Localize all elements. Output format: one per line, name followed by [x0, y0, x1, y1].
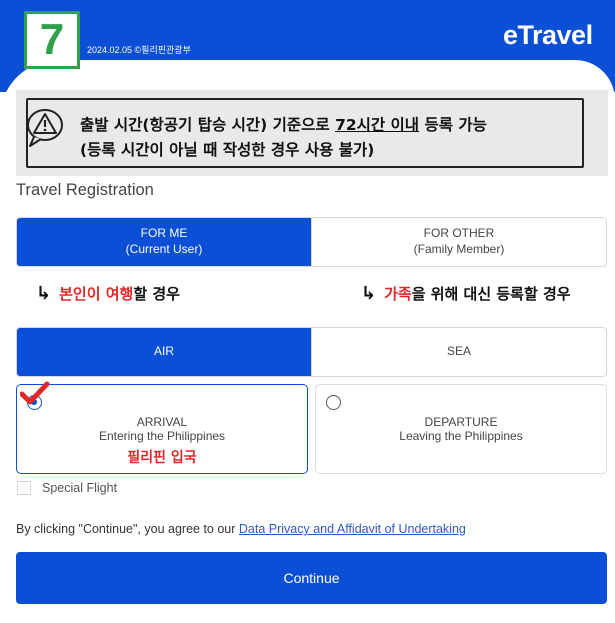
air-option[interactable]: AIR — [17, 328, 311, 376]
checkmark-icon — [20, 381, 50, 405]
continue-button[interactable]: Continue — [16, 552, 607, 604]
departure-title: DEPARTURE — [424, 415, 498, 429]
special-flight-label: Special Flight — [42, 481, 118, 495]
departure-subtitle: Leaving the Philippines — [399, 429, 523, 443]
note-self-highlight: 본인이 여행 — [59, 285, 134, 303]
page-title: Travel Registration — [16, 181, 154, 199]
special-flight-checkbox[interactable] — [17, 481, 31, 495]
air-label: AIR — [153, 344, 174, 359]
arrival-card[interactable]: ARRIVAL Entering the Philippines 필리핀 입국 — [16, 384, 308, 474]
notice-line-1: 출발 시간(항공기 탑승 시간) 기준으로 72시간 이내 등록 가능 — [80, 113, 487, 135]
note-family-text: 을 위해 대신 등록할 경우 — [411, 285, 571, 303]
arrival-korean-label: 필리핀 입국 — [127, 450, 197, 466]
note-family: ↳ 가족을 위해 대신 등록할 경우 — [361, 283, 571, 304]
step-number: 7 — [39, 15, 65, 64]
arrival-subtitle: Entering the Philippines — [98, 429, 226, 443]
departure-radio[interactable] — [326, 395, 341, 410]
departure-card[interactable]: DEPARTURE Leaving the Philippines — [315, 384, 607, 474]
note-family-highlight: 가족 — [384, 285, 412, 303]
for-me-label: FOR ME — [140, 226, 188, 241]
transport-mode-selector: AIR SEA — [16, 327, 607, 377]
consent-text: By clicking "Continue", you agree to our… — [16, 522, 466, 536]
for-me-option[interactable]: FOR ME (Current User) — [17, 218, 311, 266]
etravel-logo: eTravel — [503, 20, 593, 50]
consent-prefix: By clicking "Continue", you agree to our — [16, 522, 239, 536]
for-other-sub: (Family Member) — [413, 242, 505, 256]
note-self-text: 할 경우 — [133, 285, 180, 303]
for-other-option[interactable]: FOR OTHER (Family Member) — [311, 218, 606, 266]
step-badge: 7 — [24, 11, 80, 69]
privacy-affidavit-link[interactable]: Data Privacy and Affidavit of Undertakin… — [239, 522, 466, 536]
notice-text-a: 출발 시간(항공기 탑승 시간) 기준으로 — [80, 116, 336, 134]
arrival-title: ARRIVAL — [136, 415, 188, 429]
warning-icon — [27, 109, 63, 147]
note-self: ↳ 본인이 여행할 경우 — [36, 283, 180, 304]
notice-72h: 72시간 이내 — [335, 116, 420, 134]
notice-line-2: (등록 시간이 아닐 때 작성한 경우 사용 불가) — [80, 141, 375, 159]
notice-text-b: 등록 가능 — [419, 116, 487, 134]
arrow-icon: ↳ — [36, 283, 52, 304]
sea-option[interactable]: SEA — [311, 328, 606, 376]
sea-label: SEA — [446, 344, 471, 359]
for-other-label: FOR OTHER — [423, 226, 495, 241]
date-credit: 2024.02.05 ©필리핀관광부 — [87, 45, 191, 55]
arrow-icon: ↳ — [361, 283, 377, 304]
registrant-selector: FOR ME (Current User) FOR OTHER (Family … — [16, 217, 607, 267]
for-me-sub: (Current User) — [125, 242, 203, 256]
